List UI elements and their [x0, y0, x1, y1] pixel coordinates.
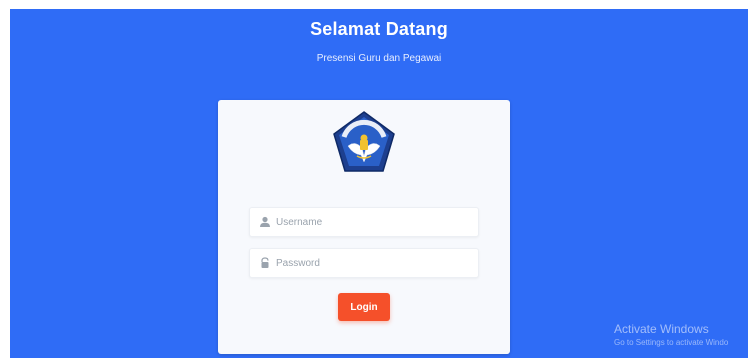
lock-icon [261, 257, 269, 268]
login-page: Selamat Datang Presensi Guru dan Pegawai [0, 0, 748, 358]
activate-windows-subtitle: Go to Settings to activate Windo [614, 338, 729, 347]
password-field [249, 248, 479, 278]
page-subtitle: Presensi Guru dan Pegawai [316, 53, 442, 64]
tut-wuri-handayani-logo [333, 111, 395, 172]
login-card: Login [218, 100, 510, 354]
user-icon [260, 216, 270, 227]
username-field [249, 207, 479, 237]
username-input[interactable] [276, 208, 472, 236]
page-title: Selamat Datang [310, 19, 448, 39]
login-button[interactable]: Login [338, 293, 390, 321]
activate-windows-title: Activate Windows [614, 322, 709, 336]
password-input[interactable] [276, 249, 472, 277]
